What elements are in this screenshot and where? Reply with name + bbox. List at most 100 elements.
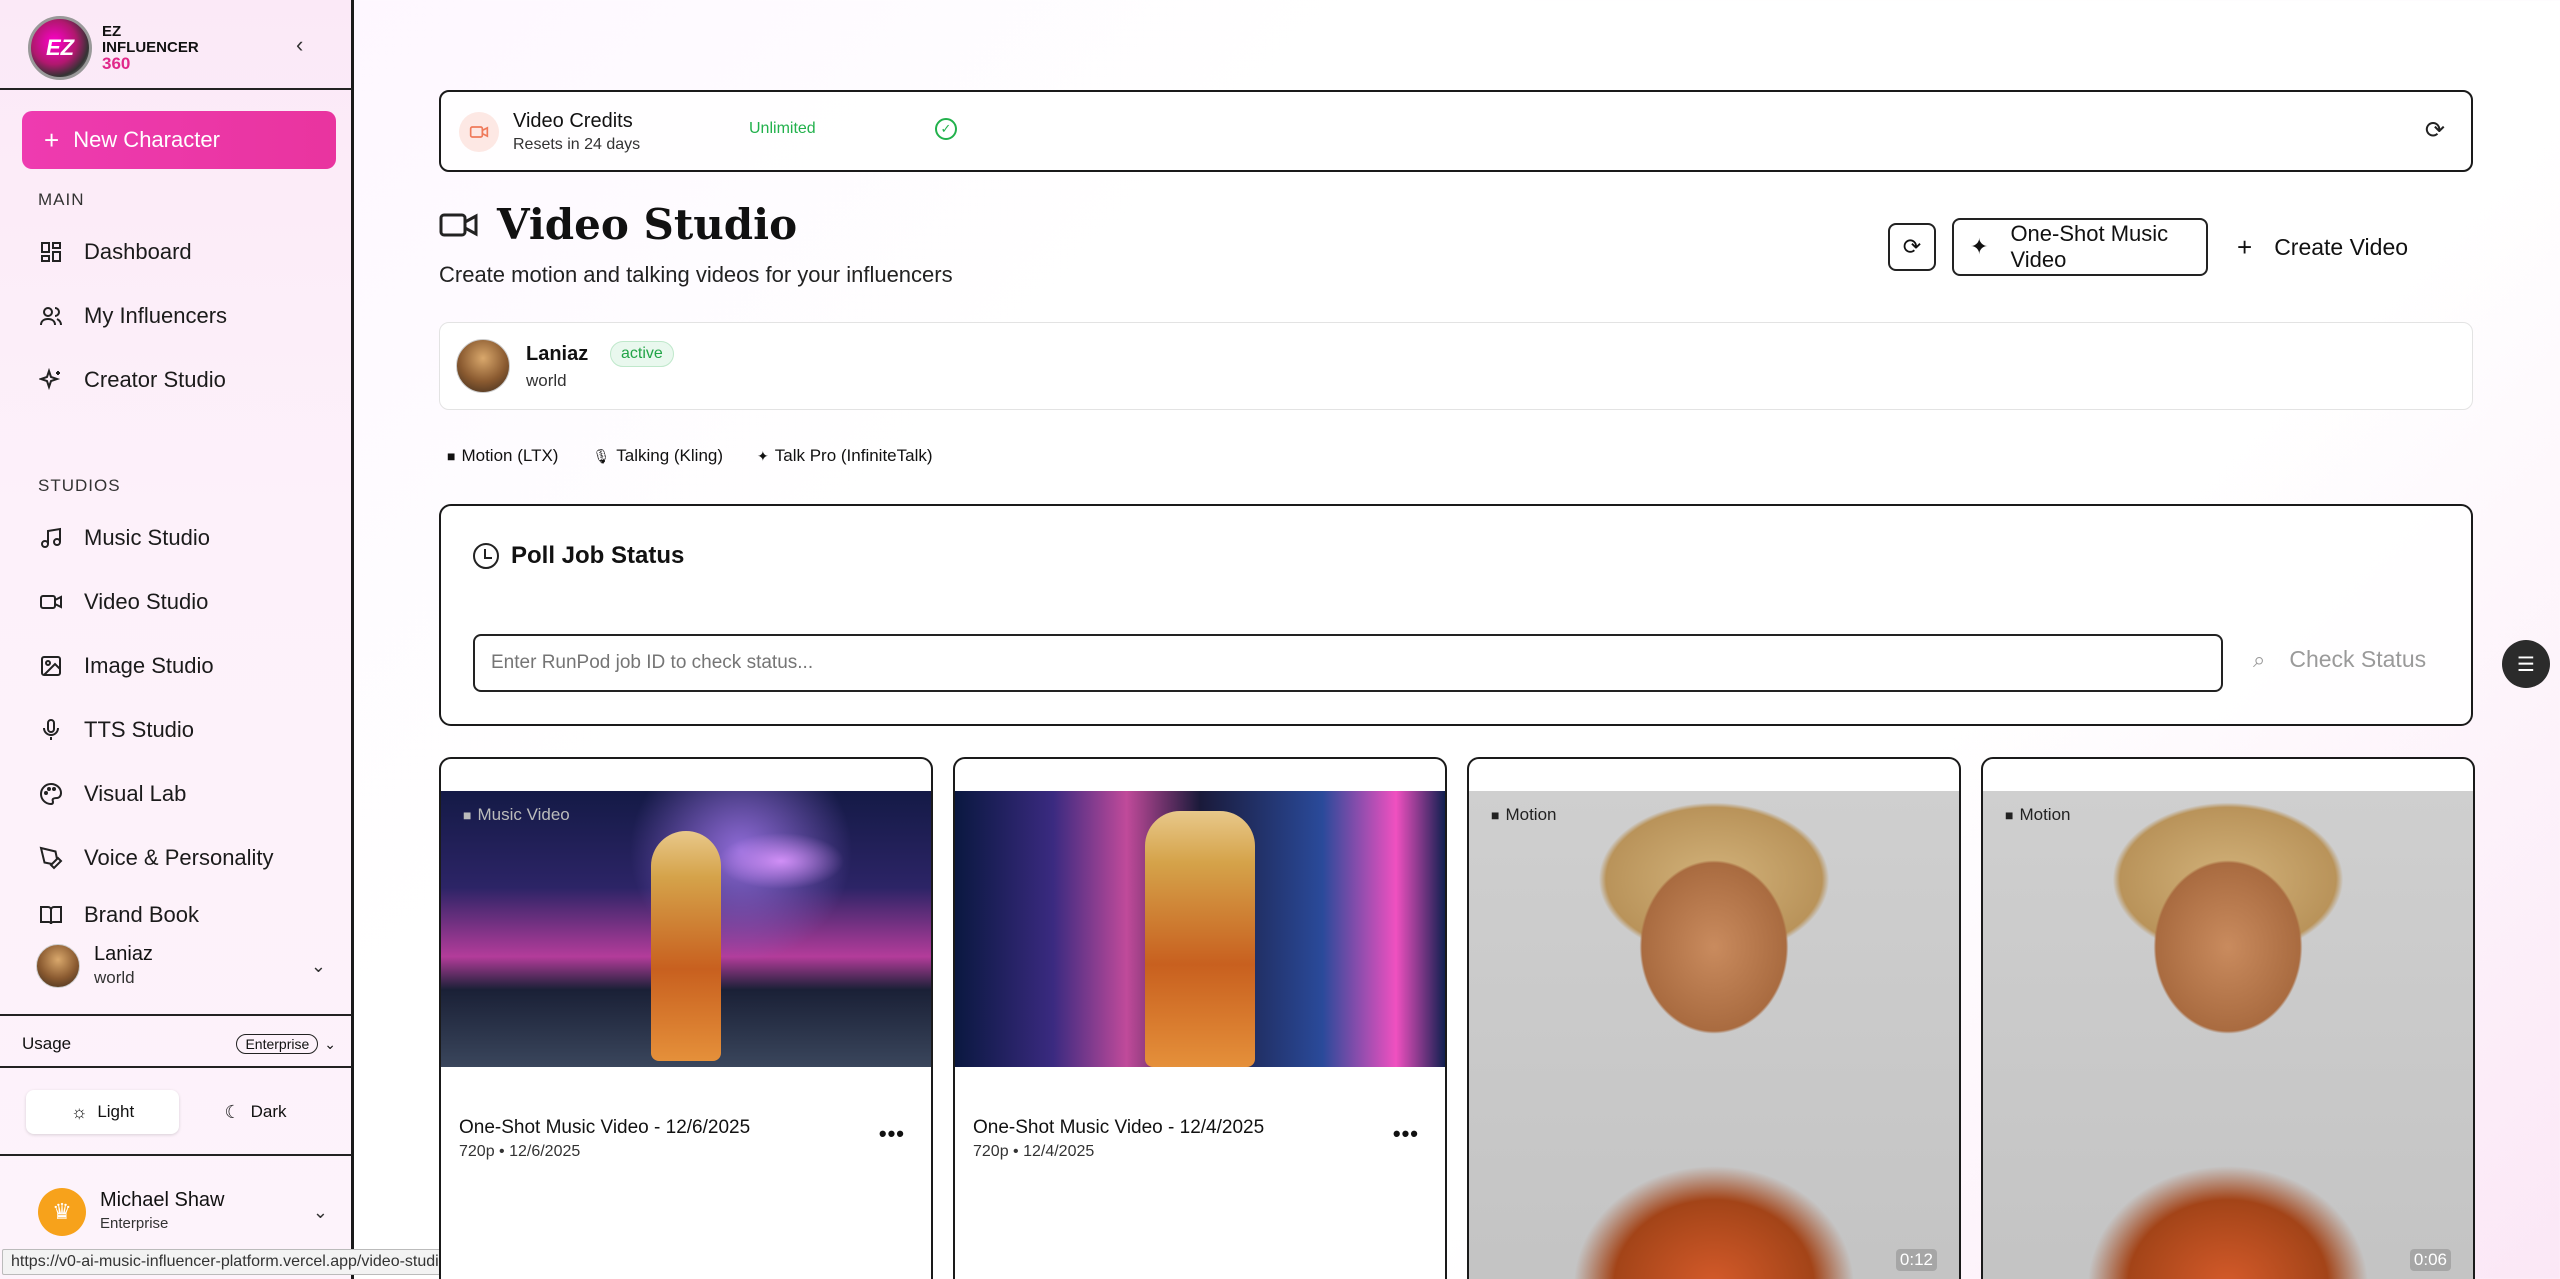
sidebar-item-voice-personality[interactable]: Voice & Personality — [38, 838, 274, 878]
chevron-down-icon: ⌄ — [324, 1035, 336, 1052]
music-icon — [38, 525, 64, 551]
job-id-input[interactable] — [473, 634, 2223, 692]
video-card[interactable]: One-Shot Music Video - 12/4/2025 720p • … — [953, 757, 1447, 1279]
image-icon — [38, 653, 64, 679]
logo-icon: EZ — [28, 16, 92, 80]
credits-title: Video Credits — [513, 110, 633, 132]
crown-icon: ♛ — [38, 1188, 86, 1236]
section-label-studios: STUDIOS — [38, 476, 121, 495]
video-card[interactable]: ■ Motion 0:12 — [1467, 757, 1961, 1279]
divider — [0, 1154, 352, 1156]
sun-icon: ☼ — [70, 1101, 88, 1122]
film-icon: ■ — [1491, 807, 1500, 823]
video-meta: 720p • 12/4/2025 — [973, 1143, 1095, 1160]
video-title: One-Shot Music Video - 12/6/2025 — [459, 1117, 751, 1138]
account-name: Michael Shaw — [100, 1189, 225, 1211]
chevron-down-icon: ⌄ — [312, 1201, 328, 1222]
video-tag: ■ Music Video — [463, 805, 570, 824]
poll-title: Poll Job Status — [473, 542, 684, 570]
divider — [0, 1014, 352, 1016]
sidebar-item-music-studio[interactable]: Music Studio — [38, 518, 210, 558]
moon-icon: ☾ — [224, 1101, 241, 1122]
influencer-world: world — [94, 968, 135, 987]
sparkle-icon — [38, 367, 64, 393]
section-label-main: MAIN — [38, 190, 85, 209]
status-badge: active — [610, 341, 674, 367]
account-menu[interactable]: ♛ Michael Shaw Enterprise ⌄ — [38, 1188, 328, 1236]
plus-icon: + — [44, 124, 60, 155]
influencer-switcher[interactable]: Laniaz world ⌄ — [36, 942, 326, 990]
video-icon — [439, 212, 478, 237]
sidebar-item-dashboard[interactable]: Dashboard — [38, 232, 192, 272]
video-credits-banner: Video Credits Resets in 24 days Unlimite… — [439, 90, 2473, 172]
divider — [0, 88, 352, 90]
credits-reset: Resets in 24 days — [513, 136, 641, 153]
check-status-button[interactable]: ⌕ Check Status — [2253, 646, 2426, 673]
film-icon: ■ — [2005, 807, 2014, 823]
page-title: Video Studio — [439, 200, 797, 249]
video-thumbnail[interactable] — [1983, 791, 2473, 1279]
clock-icon — [473, 543, 499, 569]
video-card[interactable]: ■ Motion 0:06 — [1981, 757, 2475, 1279]
light-theme-button[interactable]: ☼ Light — [26, 1090, 179, 1134]
sparkle-icon: ✦ — [1970, 234, 1989, 259]
sidebar-item-image-studio[interactable]: Image Studio — [38, 646, 214, 686]
selected-influencer-card[interactable]: Laniaz active world — [439, 322, 2473, 410]
tab-motion-ltx[interactable]: ■ Motion (LTX) — [447, 446, 558, 466]
sidebar-item-brand-book[interactable]: Brand Book — [38, 902, 199, 924]
new-character-button[interactable]: + New Character — [22, 111, 336, 169]
video-tag: ■ Motion — [1491, 805, 1557, 824]
refresh-credits-button[interactable]: ⟳ — [2425, 116, 2445, 145]
check-circle-icon: ✓ — [935, 118, 957, 140]
sidebar-item-creator-studio[interactable]: Creator Studio — [38, 360, 226, 400]
divider — [0, 1066, 352, 1068]
tab-talk-pro[interactable]: ✦ Talk Pro (InfiniteTalk) — [757, 446, 933, 466]
figure — [1145, 811, 1255, 1067]
duration-badge: 0:12 — [1895, 1249, 1937, 1271]
influencer-world: world — [526, 371, 567, 390]
more-options-icon[interactable]: ••• — [1393, 1121, 1419, 1147]
poll-job-status-card: Poll Job Status ⌕ Check Status — [439, 504, 2473, 726]
video-mode-tabs: ■ Motion (LTX) 🎙 Talking (Kling) ✦ Talk … — [447, 446, 933, 466]
sparkle-icon: ✦ — [757, 447, 769, 464]
avatar — [36, 944, 80, 988]
video-thumbnail[interactable] — [441, 791, 931, 1067]
video-icon — [38, 589, 64, 615]
influencer-name: Laniaz — [526, 343, 589, 365]
avatar — [456, 339, 510, 393]
one-shot-music-video-button[interactable]: ✦ One-Shot Music Video — [1952, 218, 2208, 276]
dark-theme-button[interactable]: ☾ Dark — [179, 1090, 332, 1134]
chevron-down-icon: ⌄ — [310, 955, 326, 976]
page-subtitle: Create motion and talking videos for you… — [439, 262, 953, 287]
video-thumbnail[interactable] — [955, 791, 1445, 1067]
account-plan: Enterprise — [100, 1215, 169, 1232]
video-title: One-Shot Music Video - 12/4/2025 — [973, 1117, 1265, 1138]
video-thumbnail[interactable] — [1469, 791, 1959, 1279]
sidebar: EZ EZ INFLUENCER 360 ‹ + New Character M… — [0, 0, 354, 1279]
theme-toggle: ☼ Light ☾ Dark — [26, 1090, 332, 1134]
mic-icon — [38, 717, 64, 743]
sidebar-item-my-influencers[interactable]: My Influencers — [38, 296, 227, 336]
floating-menu-button[interactable]: ☰ — [2502, 640, 2550, 688]
usage-label: Usage — [22, 1034, 72, 1053]
refresh-button[interactable]: ⟳ — [1888, 223, 1936, 271]
grid-icon — [38, 239, 64, 265]
collapse-sidebar-icon[interactable]: ‹ — [296, 32, 303, 58]
sidebar-item-visual-lab[interactable]: Visual Lab — [38, 774, 186, 814]
sidebar-item-tts-studio[interactable]: TTS Studio — [38, 710, 194, 750]
create-video-button[interactable]: + Create Video — [2225, 218, 2408, 276]
brand-name: EZ INFLUENCER 360 — [102, 23, 199, 73]
users-icon — [38, 303, 64, 329]
video-card[interactable]: ■ Music Video One-Shot Music Video - 12/6… — [439, 757, 933, 1279]
usage-row[interactable]: Usage Enterprise ⌄ — [22, 1034, 336, 1054]
search-icon: ⌕ — [2253, 646, 2266, 672]
book-icon — [38, 902, 64, 924]
plus-icon: + — [2237, 231, 2253, 262]
tab-talking-kling[interactable]: 🎙 Talking (Kling) — [592, 446, 723, 466]
more-options-icon[interactable]: ••• — [879, 1121, 905, 1147]
palette-icon — [38, 781, 64, 807]
mic-icon: 🎙 — [592, 447, 611, 464]
brand-logo[interactable]: EZ EZ INFLUENCER 360 — [28, 16, 199, 80]
video-meta: 720p • 12/6/2025 — [459, 1143, 581, 1160]
sidebar-item-video-studio[interactable]: Video Studio — [38, 582, 208, 622]
